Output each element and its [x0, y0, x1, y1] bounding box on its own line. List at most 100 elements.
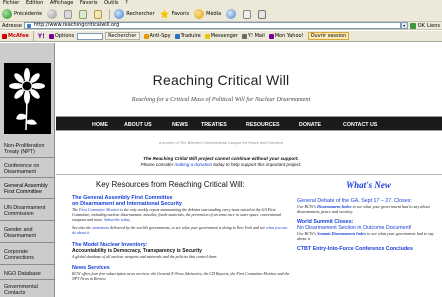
links-label[interactable]: Liens	[427, 23, 440, 29]
favorites-button[interactable]: Favoris	[159, 9, 190, 19]
wilpf-line[interactable]: a project of The Women's International L…	[56, 141, 386, 145]
sidebar-divider	[0, 177, 55, 178]
address-label: Adresse	[2, 22, 22, 29]
statements-body-b: delivered by the world's governments, to…	[110, 225, 266, 230]
my-yahoo-button[interactable]: Mon Yahoo!	[268, 33, 304, 39]
menu-file[interactable]: Fichier	[3, 0, 19, 6]
nav-resources[interactable]: RESOURCES	[246, 122, 280, 128]
my-yahoo-icon	[268, 33, 274, 39]
sidebar-item-conference-on-disarmament[interactable]: Conference on Disarmament	[0, 163, 55, 175]
yahoo-mail-label: Y! Mail	[247, 33, 265, 39]
messenger-button[interactable]: Messenger	[204, 33, 238, 39]
options-button[interactable]: Options	[48, 33, 75, 39]
sidebar-item-general-assembly[interactable]: General Assembly First Committee	[0, 183, 55, 195]
antispy-button[interactable]: Anti-Spy	[143, 33, 171, 39]
nav-about-us[interactable]: ABOUT US	[124, 122, 152, 128]
site-tagline: Reaching for a Critical Mass of Politica…	[131, 96, 311, 103]
star-icon	[159, 9, 170, 19]
nav-treaties[interactable]: TREATIES	[201, 122, 227, 128]
nav-news[interactable]: NEWS	[172, 122, 188, 128]
favorites-label: Favoris	[171, 11, 190, 17]
support-notice: The Reaching Critial Will project cannot…	[143, 156, 299, 161]
menu-view[interactable]: Affichage	[50, 0, 74, 6]
menu-tools[interactable]: Outils	[104, 0, 118, 6]
yahoo-mail-button[interactable]: Y! Mail	[241, 33, 265, 39]
flower-logo-icon	[4, 63, 51, 134]
sidebar-item-gender-and-disarmament[interactable]: Gender and Disarmament	[0, 227, 55, 239]
donate-notice-text-a: Please consider	[140, 162, 174, 167]
print-button[interactable]	[258, 9, 268, 19]
translate-button[interactable]: Traduire	[174, 33, 201, 39]
sidebar-item-ngo-database[interactable]: NGO Database	[0, 271, 55, 277]
media-button[interactable]: Média	[194, 9, 221, 19]
donate-notice: Please consider making a donation today …	[56, 162, 386, 167]
toolbar-search-button[interactable]: Rechercher	[105, 32, 140, 40]
browser-toolbar: Précédente Rechercher Favoris Média	[0, 7, 442, 22]
mail-icon	[243, 9, 252, 19]
envelope-icon	[241, 33, 247, 39]
news-services-body: RCW offers four free subscription news s…	[72, 271, 290, 281]
top-nav: HOME ABOUT US NEWS TREATIES RESOURCES DO…	[56, 116, 442, 131]
whats-new-heading: What's New	[346, 180, 391, 190]
address-dropdown-icon[interactable]: ▾	[400, 22, 408, 29]
search-button[interactable]: Rechercher	[114, 9, 155, 19]
address-bar: Adresse http://www.reachingcriticalwill.…	[0, 22, 442, 30]
open-session-label: Ouvrir session	[310, 33, 347, 39]
forward-button[interactable]	[47, 9, 59, 19]
shield-icon	[143, 33, 149, 39]
first-committee-title[interactable]: The General Assembly First Committee on …	[72, 195, 290, 207]
sidebar-divider	[0, 279, 55, 280]
stop-button[interactable]	[64, 9, 74, 19]
sidebar-item-governmental-contacts[interactable]: Governmental Contacts	[0, 284, 55, 296]
refresh-button[interactable]	[79, 9, 89, 19]
links-separator	[32, 30, 34, 42]
menu-edit[interactable]: Edition	[26, 0, 43, 6]
toolbar-search-input[interactable]	[77, 32, 104, 40]
mcafee-button[interactable]: McAfee	[2, 33, 29, 39]
sidebar-divider	[0, 242, 55, 243]
print-icon	[258, 9, 267, 19]
back-button[interactable]: Précédente	[2, 9, 42, 19]
translate-label: Traduire	[180, 33, 201, 39]
nav-home[interactable]: HOME	[92, 122, 108, 128]
mcafee-icon	[2, 33, 7, 39]
forward-arrow-icon	[47, 9, 58, 19]
history-button[interactable]	[226, 9, 238, 19]
menu-favorites[interactable]: Favoris	[80, 0, 98, 6]
options-label: Options	[54, 33, 75, 39]
sidebar-item-npt[interactable]: Non-Proliferation Treaty (NPT)	[0, 143, 55, 155]
menu-help[interactable]: ?	[125, 0, 128, 6]
key-resources-heading: Key Resources from Reaching Critical Wil…	[96, 180, 245, 189]
nav-donate[interactable]: DONATE	[299, 122, 321, 128]
back-label: Précédente	[14, 11, 43, 17]
main-content: Reaching Critical Will Reaching for a Cr…	[56, 43, 442, 297]
sidebar-divider	[0, 198, 55, 199]
statements-link[interactable]: statements	[92, 225, 109, 230]
mcafee-label: McAfee	[8, 33, 29, 39]
antispy-label: Anti-Spy	[149, 33, 171, 39]
history-icon	[226, 9, 237, 19]
donate-notice-text-b: today to help support this important pro…	[213, 162, 302, 167]
whats-new-item-body: Use RCW's Disarmament Index to see what …	[297, 204, 440, 214]
sidebar-divider	[0, 220, 55, 221]
donation-link[interactable]: making a donation	[175, 162, 213, 167]
summit-disarmament-index-link[interactable]: Summit Disarmament Index	[317, 231, 366, 236]
web-page: Non-Proliferation Treaty (NPT) Conferenc…	[0, 43, 442, 297]
messenger-icon	[204, 33, 210, 39]
home-button[interactable]	[94, 9, 104, 19]
whats-new-item-title[interactable]: CTBT Entry-Into-Force Conference Conclud…	[297, 246, 440, 252]
toolbar-separator	[109, 8, 111, 20]
subscribe-link[interactable]: Subscribe today.	[104, 217, 130, 222]
go-button[interactable]: OK	[409, 22, 425, 29]
nav-contact-us[interactable]: CONTACT US	[343, 122, 377, 128]
site-logo	[4, 63, 51, 134]
mail-button[interactable]	[243, 9, 253, 19]
open-session-button[interactable]: Ouvrir session	[307, 32, 350, 40]
address-input[interactable]: http://www.reachingcriticalwill.org	[24, 22, 401, 29]
my-yahoo-label: Mon Yahoo!	[274, 33, 304, 39]
sidebar-item-un-disarmament-commission[interactable]: UN Disarmament Commission	[0, 205, 55, 217]
first-committee-body: The First Committee Monitor is the only …	[72, 207, 290, 222]
sidebar-item-corporate-connections[interactable]: Corporate Connections	[0, 249, 55, 261]
content-divider	[56, 174, 442, 175]
yahoo-button[interactable]: Y!	[38, 33, 45, 40]
